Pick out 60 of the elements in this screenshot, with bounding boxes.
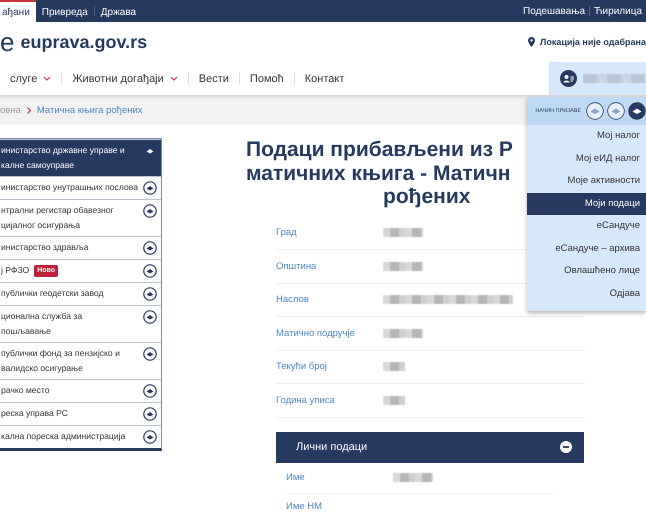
site-name[interactable]: euprava.gov.rs [20, 32, 148, 52]
institution-item[interactable]: публички геодетски завод [0, 282, 161, 305]
seal-icon[interactable] [143, 181, 157, 195]
institution-item[interactable]: рачко место [0, 379, 161, 402]
user-menu-item[interactable]: Моји подаци [527, 192, 646, 215]
audience-tab[interactable]: Држава [94, 0, 142, 22]
seal-icon[interactable] [143, 430, 157, 444]
nav-link[interactable]: слуге [0, 72, 62, 84]
user-menu-item[interactable]: еСандуче [527, 215, 646, 238]
user-menu-item[interactable]: Моје активности [527, 170, 646, 192]
institution-item[interactable]: ционална служба за пошљавање [0, 305, 161, 342]
field-label: Име [286, 472, 306, 483]
location-link[interactable]: Локација није одабрана [540, 37, 646, 47]
login-method-icon[interactable] [628, 102, 646, 120]
seal-icon[interactable] [143, 264, 157, 278]
audience-tab[interactable]: Привреда [36, 0, 94, 22]
institution-item[interactable]: публички фонд за пензијско и валидско осигурање [0, 342, 161, 379]
login-method-icon[interactable] [586, 102, 604, 120]
user-menu-item[interactable]: Мој еИД налог [527, 148, 646, 170]
seal-icon[interactable] [143, 310, 157, 324]
field-label: Име НМ [286, 501, 324, 512]
seal-icon[interactable] [143, 287, 157, 301]
user-menu-item[interactable]: Мој налог [527, 125, 646, 148]
nav-link[interactable]: Животни догађаји [62, 72, 188, 84]
nav-link[interactable]: Помоћ [240, 72, 294, 84]
institution-item[interactable]: инистарство здравља [0, 236, 161, 259]
settings-link[interactable]: Подешавања [519, 0, 590, 22]
location-pin-icon [528, 37, 536, 47]
institution-item[interactable]: кална пореска администрација [0, 425, 161, 448]
audience-tab[interactable]: ађани [0, 0, 36, 22]
nav-link[interactable]: Вести [188, 72, 239, 84]
seal-icon[interactable] [143, 347, 157, 361]
section-title: Лични подаци [296, 441, 368, 453]
chevron-right-icon [26, 106, 31, 114]
script-link[interactable]: Ћирилица [590, 0, 646, 22]
user-menu-item[interactable]: еСандуче – архива [527, 238, 646, 260]
field-label: Текући број [276, 361, 328, 372]
field-label: Матично подручје [276, 328, 356, 339]
seal-icon[interactable] [143, 241, 157, 255]
field-label: Град [276, 227, 298, 238]
institution-item[interactable]: нтрални регистар обавезног цијалног осигурања [0, 199, 161, 236]
field-label: Општина [276, 260, 318, 272]
page-title: Подаци прибављени из Р матичних књига - Матичн рођених [246, 138, 513, 208]
institution-item[interactable]: инистарство унутрашњих послова [0, 176, 161, 199]
seal-icon[interactable] [143, 204, 157, 218]
login-method-icon[interactable] [607, 102, 625, 120]
institution-item[interactable]: реска управа РС [0, 402, 161, 425]
field-label: Наслов [276, 294, 310, 306]
user-menu-item[interactable]: Одјава [527, 282, 646, 305]
institution-item[interactable]: инистарство државне управе и калне самоуправе [0, 139, 161, 176]
seal-icon[interactable] [143, 384, 157, 398]
nav-link[interactable]: Контакт [294, 72, 354, 84]
user-avatar-icon [560, 70, 577, 87]
seal-icon[interactable] [143, 407, 157, 421]
collapse-icon[interactable] [560, 441, 572, 453]
user-menu-button[interactable] [549, 62, 646, 95]
section-header[interactable]: Лични подаци [276, 432, 584, 462]
user-menu-item[interactable]: Овлашћено лице [527, 260, 646, 282]
logo-mark[interactable]: e [0, 29, 14, 55]
field-label: Година уписа [276, 394, 336, 406]
